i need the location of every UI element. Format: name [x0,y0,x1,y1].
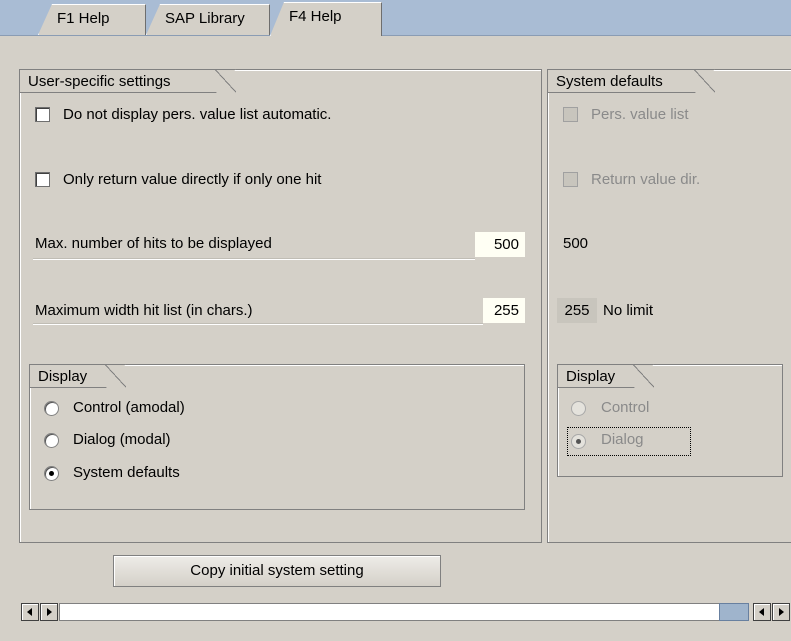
pers-value-list-checkbox [563,107,578,122]
radio-label: Control (amodal) [73,399,185,416]
arrow-left-icon [759,608,764,616]
max-hits-label: Max. number of hits to be displayed [35,235,272,252]
arrow-right-icon [47,608,52,616]
no-auto-value-list-label: Do not display pers. value list automati… [63,106,332,123]
tab-label: F4 Help [289,8,342,25]
radio-dialog-modal[interactable] [44,433,59,448]
system-radio-dialog [571,434,586,449]
horizontal-scrollbar[interactable] [9,601,791,623]
no-auto-value-list-checkbox[interactable] [35,107,50,122]
radio-system-defaults[interactable] [44,466,59,481]
system-radio-control [571,401,586,416]
tab-f4-help[interactable]: F4 Help [270,2,382,36]
pers-value-list-label: Pers. value list [591,106,689,123]
tab-sap-library[interactable]: SAP Library [146,4,270,35]
copy-initial-system-setting-button[interactable]: Copy initial system setting [113,555,441,587]
max-width-label: Maximum width hit list (in chars.) [35,302,253,319]
group-title: System defaults [547,69,715,93]
group-title: User-specific settings [19,69,236,93]
scroll-thumb[interactable] [719,603,749,621]
scroll-left-button[interactable] [21,603,39,621]
scroll-right-button-2[interactable] [772,603,790,621]
scroll-track[interactable] [59,603,727,621]
radio-control-amodal[interactable] [44,401,59,416]
radio-label: System defaults [73,464,180,481]
return-direct-label: Only return value directly if only one h… [63,171,322,188]
max-width-input[interactable]: 255 [483,298,525,323]
arrow-right-icon [779,608,784,616]
arrow-left-icon [27,608,32,616]
radio-label: Control [601,399,650,416]
max-hits-input[interactable]: 500 [475,232,525,257]
return-direct-checkbox[interactable] [35,172,50,187]
system-max-width-value: 255 [557,298,597,323]
tab-strip: F1 Help SAP Library F4 Help [0,0,791,36]
tab-label: SAP Library [165,10,245,27]
radio-label: Dialog [601,431,644,448]
tab-label: F1 Help [57,10,110,27]
return-value-dir-checkbox [563,172,578,187]
no-limit-label: No limit [603,302,654,319]
scroll-left-button-2[interactable] [753,603,771,621]
return-value-dir-label: Return value dir. [591,171,701,188]
radio-label: Dialog (modal) [73,431,171,448]
system-display-group: Display [557,364,783,477]
scroll-right-button[interactable] [40,603,58,621]
system-max-hits-value: 500 [563,235,589,252]
tab-f1-help[interactable]: F1 Help [38,4,146,35]
